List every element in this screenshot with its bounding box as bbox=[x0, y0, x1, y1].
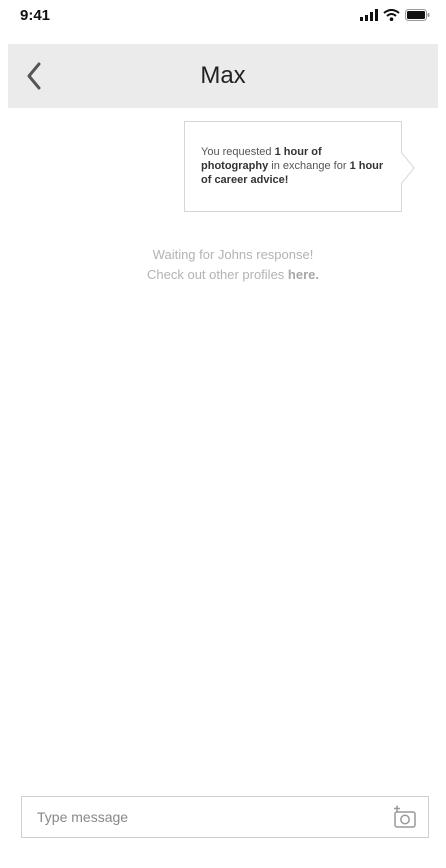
status-icons bbox=[360, 9, 430, 21]
message-input[interactable] bbox=[22, 797, 397, 837]
request-middle: in exchange for bbox=[268, 160, 350, 172]
status-bar: 9:41 bbox=[0, 0, 446, 44]
add-photo-button[interactable] bbox=[392, 805, 418, 829]
page-title: Max bbox=[200, 62, 246, 89]
request-message-bubble: You requested 1 hour of photography in e… bbox=[184, 121, 415, 212]
message-composer bbox=[21, 796, 429, 838]
browse-prefix: Check out other profiles bbox=[147, 267, 288, 282]
here-link[interactable]: here. bbox=[288, 267, 319, 282]
status-time: 9:41 bbox=[20, 7, 51, 24]
bubble-tail bbox=[401, 152, 415, 184]
add-photo-icon bbox=[394, 805, 416, 828]
waiting-text: Waiting for Johns response! bbox=[152, 247, 314, 262]
signal-icon bbox=[360, 9, 378, 21]
wifi-icon bbox=[383, 9, 400, 21]
battery-icon bbox=[405, 9, 430, 21]
browse-profiles-text: Check out other profiles here. bbox=[0, 265, 446, 285]
waiting-status: Waiting for Johns response! Check out ot… bbox=[0, 245, 446, 285]
navigation-bar: Max bbox=[8, 44, 438, 108]
request-prefix: You requested bbox=[201, 146, 275, 158]
